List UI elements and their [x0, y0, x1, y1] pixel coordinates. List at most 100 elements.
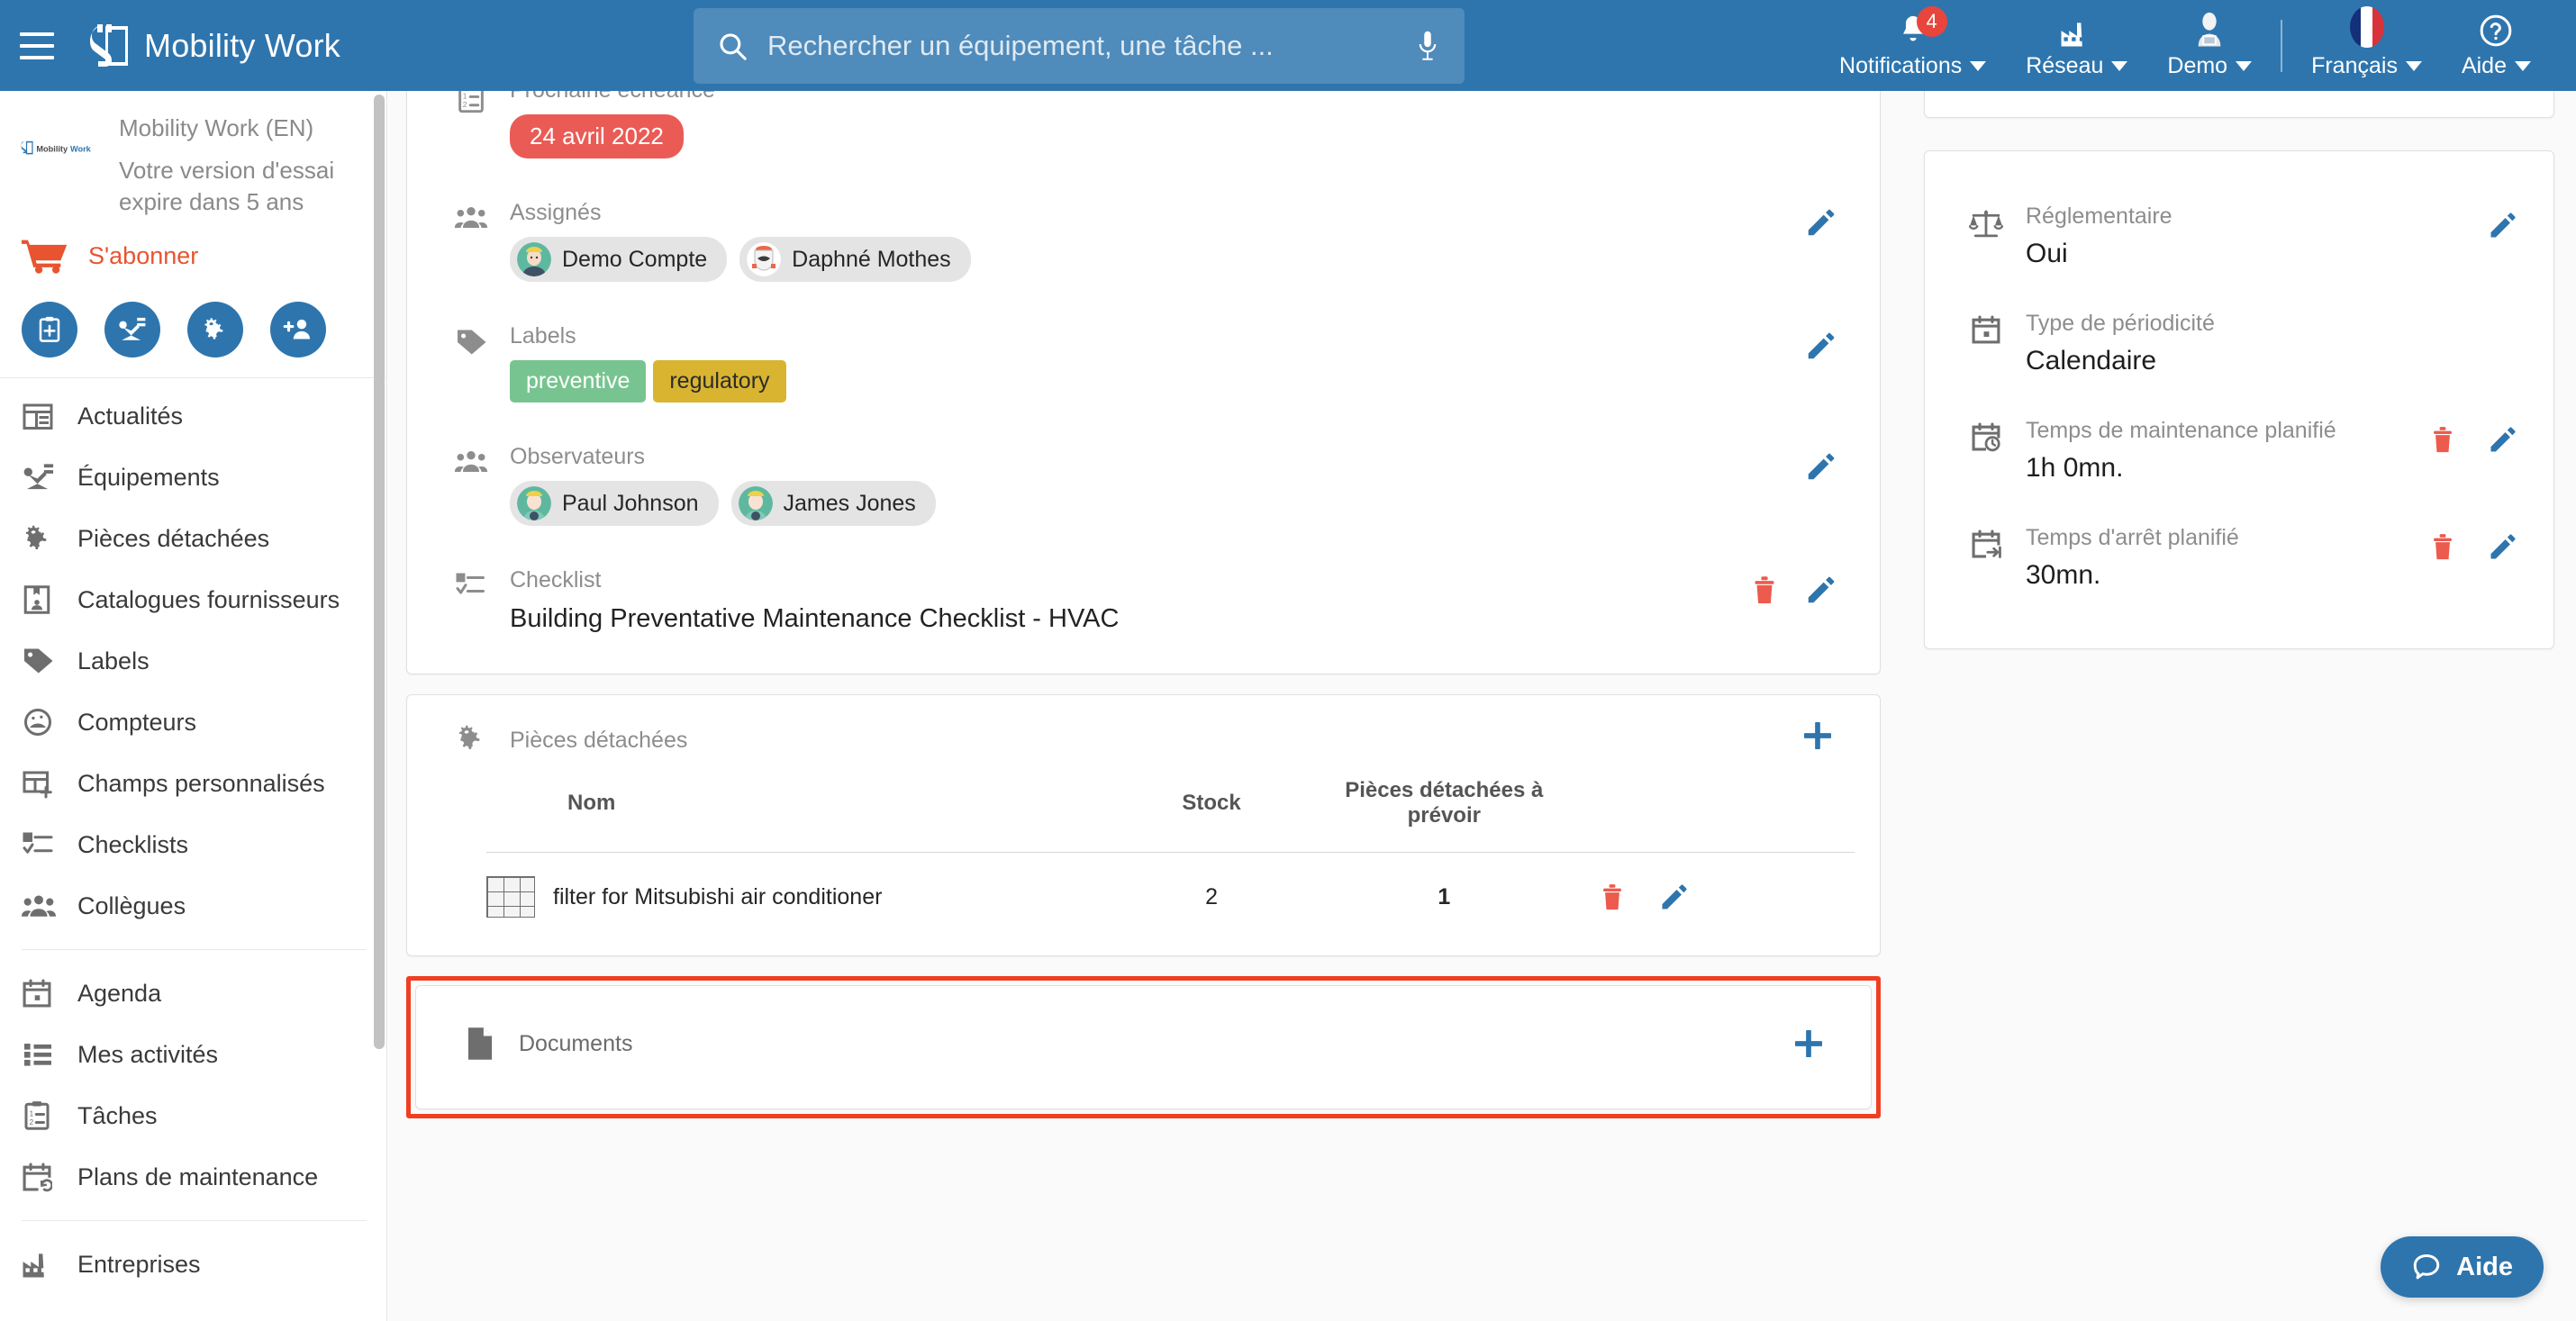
assignee-chip[interactable]: Demo Compte [510, 237, 728, 282]
property-label: Type de périodicité [2026, 311, 2215, 336]
next-due-date-label: Prochaine échéance [510, 91, 1855, 104]
left-sidebar: Mobility Work Mobility Work (EN) Votre v… [0, 91, 387, 1321]
side-column: Réglementaire Oui Type de périodicité Ca… [1924, 91, 2554, 649]
subscribe-link[interactable]: S'abonner [0, 217, 386, 275]
label-tag[interactable]: regulatory [653, 360, 786, 403]
sidebar-item-pieces-detachees[interactable]: Pièces détachées [0, 508, 386, 569]
delete-trash-icon[interactable] [1750, 574, 1779, 606]
checklist-value[interactable]: Building Preventative Maintenance Checkl… [510, 604, 1750, 634]
clipboard-list-icon: 1 2 [432, 91, 510, 115]
sidebar-item-label: Mes activités [77, 1040, 219, 1068]
edit-pencil-icon[interactable] [2487, 423, 2519, 456]
add-document-button[interactable] [1791, 1027, 1846, 1061]
language-menu[interactable]: Français [2291, 0, 2442, 91]
spare-parts-card: Pièces détachées Nom Stock Pièces détach… [406, 694, 1881, 956]
next-due-date-badge: 24 avril 2022 [510, 114, 684, 158]
add-spare-part-button[interactable] [1800, 719, 1855, 753]
sidebar-item-labels[interactable]: Labels [0, 630, 386, 692]
global-search-box[interactable] [694, 8, 1465, 84]
notifications-menu[interactable]: 4 Notifications [1819, 0, 2006, 91]
sidebar-item-agenda[interactable]: Agenda [0, 963, 386, 1024]
sidebar-item-checklists[interactable]: Checklists [0, 814, 386, 875]
checklist-label: Checklist [510, 567, 602, 593]
property-value: 1h 0mn. [2026, 453, 2124, 483]
edit-pencil-icon[interactable] [1804, 449, 1838, 484]
quick-action-new-task[interactable] [22, 302, 77, 358]
observer-chip[interactable]: Paul Johnson [510, 481, 719, 526]
brand-name: Mobility Work [144, 26, 340, 64]
sidebar-item-plans-de-maintenance[interactable]: Plans de maintenance [0, 1146, 386, 1208]
documents-card: Documents [415, 985, 1872, 1109]
document-icon [441, 1026, 519, 1062]
help-menu[interactable]: Aide [2442, 0, 2551, 91]
sidebar-item-label: Équipements [77, 463, 220, 491]
sidebar-item-label: Collègues [77, 891, 186, 919]
calendar-clock-icon [1946, 418, 2026, 452]
language-label: Français [2311, 53, 2422, 79]
edit-pencil-icon[interactable] [1804, 573, 1838, 607]
quick-action-new-equipment[interactable] [104, 302, 160, 358]
edit-pencil-icon[interactable] [1804, 205, 1838, 240]
quick-action-invite-colleague[interactable] [270, 302, 326, 358]
sidebar-item-catalogues-fournisseurs[interactable]: Catalogues fournisseurs [0, 569, 386, 630]
brand-logo-link[interactable]: Mobility Work [90, 23, 340, 69]
property-planned-maintenance-time: Temps de maintenance planifié 1h 0mn. [1946, 398, 2532, 505]
part-name-text[interactable]: filter for Mitsubishi air conditioner [553, 884, 882, 910]
table-header-row: Nom Stock Pièces détachées à prévoir [486, 774, 1855, 853]
help-menu-text: Aide [2461, 53, 2507, 78]
gears-icon [22, 522, 77, 555]
avatar [517, 486, 551, 520]
property-label: Temps d'arrêt planifié [2026, 525, 2239, 550]
account-text: Demo [2167, 53, 2228, 78]
edit-pencil-icon[interactable] [2487, 209, 2519, 241]
main-content-area: 1 2 Prochaine échéance 24 avril 2022 [388, 91, 2576, 1321]
sidebar-item-entreprises[interactable]: Entreprises [0, 1234, 386, 1295]
network-menu[interactable]: Réseau [2006, 0, 2147, 91]
sidebar-item-compteurs[interactable]: Compteurs [0, 692, 386, 753]
sidebar-scrollbar[interactable] [374, 95, 385, 1049]
cell-stock: 2 [1205, 883, 1219, 909]
mobility-work-logo-icon [90, 23, 132, 69]
factory-icon [22, 1250, 77, 1279]
edit-pencil-icon[interactable] [1804, 329, 1838, 363]
hamburger-menu-icon[interactable] [20, 32, 54, 59]
sidebar-item-mes-activites[interactable]: Mes activités [0, 1024, 386, 1085]
cell-part-name: filter for Mitsubishi air conditioner [486, 853, 1116, 926]
sidebar-item-label: Catalogues fournisseurs [77, 585, 340, 613]
assignee-chip[interactable]: Daphné Mothes [739, 237, 971, 282]
avatar [738, 486, 773, 520]
label-tag[interactable]: preventive [510, 360, 647, 403]
sidebar-item-label: Tâches [77, 1101, 158, 1129]
account-menu[interactable]: Demo [2147, 0, 2272, 91]
sidebar-item-champs-personnalises[interactable]: Champs personnalisés [0, 753, 386, 814]
delete-trash-icon[interactable] [2429, 424, 2456, 455]
catalog-icon [22, 584, 77, 616]
network-label: Réseau [2026, 53, 2128, 79]
property-periodicity-type: Type de périodicité Calendaire [1946, 291, 2532, 398]
edit-pencil-icon[interactable] [2487, 530, 2519, 563]
delete-trash-icon[interactable] [2429, 531, 2456, 562]
observer-chip[interactable]: James Jones [730, 481, 936, 526]
help-chat-widget[interactable]: Aide [2381, 1236, 2544, 1298]
property-planned-downtime: Temps d'arrêt planifié 30mn. [1946, 505, 2532, 612]
sidebar-item-actualites[interactable]: Actualités [0, 385, 386, 447]
search-input[interactable] [766, 29, 1400, 63]
sidebar-item-equipements[interactable]: Équipements [0, 447, 386, 508]
trial-expiry-notice: Votre version d'essai expire dans 5 ans [119, 156, 335, 215]
spare-parts-header: Pièces détachées [432, 719, 1855, 755]
scales-icon [1946, 204, 2026, 240]
sidebar-item-collegues[interactable]: Collègues [0, 875, 386, 936]
gears-icon [432, 719, 510, 755]
account-label: Demo [2167, 53, 2253, 79]
svg-text:2: 2 [30, 1118, 34, 1126]
microphone-icon[interactable] [1414, 30, 1441, 62]
delete-trash-icon[interactable] [1599, 882, 1626, 912]
svg-text:1: 1 [463, 92, 467, 101]
news-icon [22, 401, 77, 431]
observers-label: Observateurs [510, 444, 646, 469]
edit-pencil-icon[interactable] [1658, 881, 1691, 913]
avatar [747, 242, 782, 276]
sidebar-item-taches[interactable]: 1 2 Tâches [0, 1085, 386, 1146]
svg-text:1: 1 [30, 1110, 34, 1118]
quick-action-new-spare-part[interactable] [187, 302, 243, 358]
